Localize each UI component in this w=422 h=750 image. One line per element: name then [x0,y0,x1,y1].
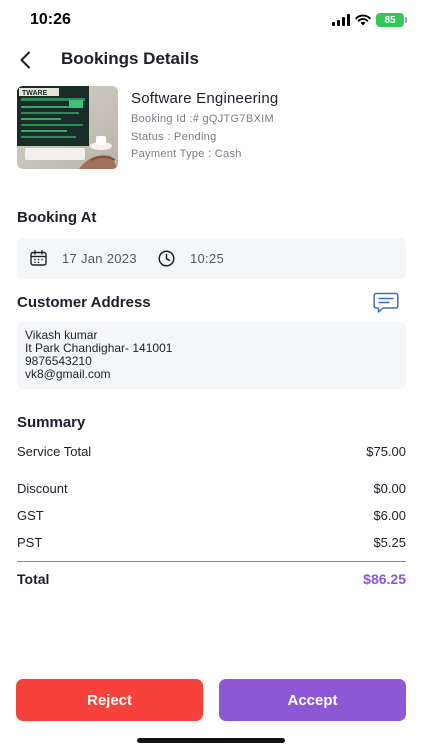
header: Bookings Details [0,44,422,76]
status-bar: 10:26 85 [0,0,422,40]
summary-label: Service Total [17,444,92,459]
status-icons: 85 [332,13,407,27]
summary-row-pst: PST $5.25 [17,535,406,553]
home-indicator [137,738,285,743]
signal-icon [332,14,350,26]
status-time: 10:26 [30,11,71,28]
customer-address-title: Customer Address [17,294,151,311]
clock-icon [158,250,175,267]
service-name: Software Engineering [131,90,279,107]
battery-icon: 85 [376,13,407,27]
booking-at-title: Booking At [17,209,97,226]
summary-divider [17,561,406,562]
summary-row-service-total: Service Total $75.00 [17,444,406,462]
total-label: Total [17,571,50,587]
summary-label: GST [17,508,44,523]
back-button[interactable] [12,46,38,74]
accept-button[interactable]: Accept [219,679,406,721]
summary-label: Discount [17,481,68,496]
service-image: TWARE [17,86,118,169]
booking-time: 10:25 [190,251,225,266]
page-title: Bookings Details [61,49,199,68]
reject-button[interactable]: Reject [16,679,203,721]
summary-value: $6.00 [373,508,406,523]
summary-value: $75.00 [366,444,406,459]
calendar-icon [30,250,47,266]
summary-row-gst: GST $6.00 [17,508,406,526]
wifi-icon [355,14,371,26]
customer-email: vk8@gmail.com [25,367,111,381]
battery-level: 85 [384,14,396,26]
summary-row-discount: Discount $0.00 [17,481,406,499]
image-screen-text: TWARE [22,90,48,97]
booking-date: 17 Jan 2023 [62,251,137,266]
chevron-left-icon [20,51,30,69]
service-card: TWARE Software Engineering Booking Id :#… [17,86,407,170]
payment-type: Payment Type : Cash [131,148,242,160]
booking-status: Status : Pending [131,131,217,143]
summary-total-row: Total $86.25 [17,571,406,591]
booking-at-box: 17 Jan 2023 10:25 [17,238,406,279]
chat-icon [373,292,399,313]
chat-button[interactable] [373,292,399,314]
summary-title: Summary [17,414,86,431]
summary-label: PST [17,535,43,550]
address-box: Vikash kumar It Park Chandighar- 141001 … [17,322,406,389]
total-value: $86.25 [363,571,406,587]
booking-id: Booking Id :# gQJTG7BXIM [131,113,274,125]
summary-value: $5.25 [373,535,406,550]
summary-value: $0.00 [373,481,406,496]
